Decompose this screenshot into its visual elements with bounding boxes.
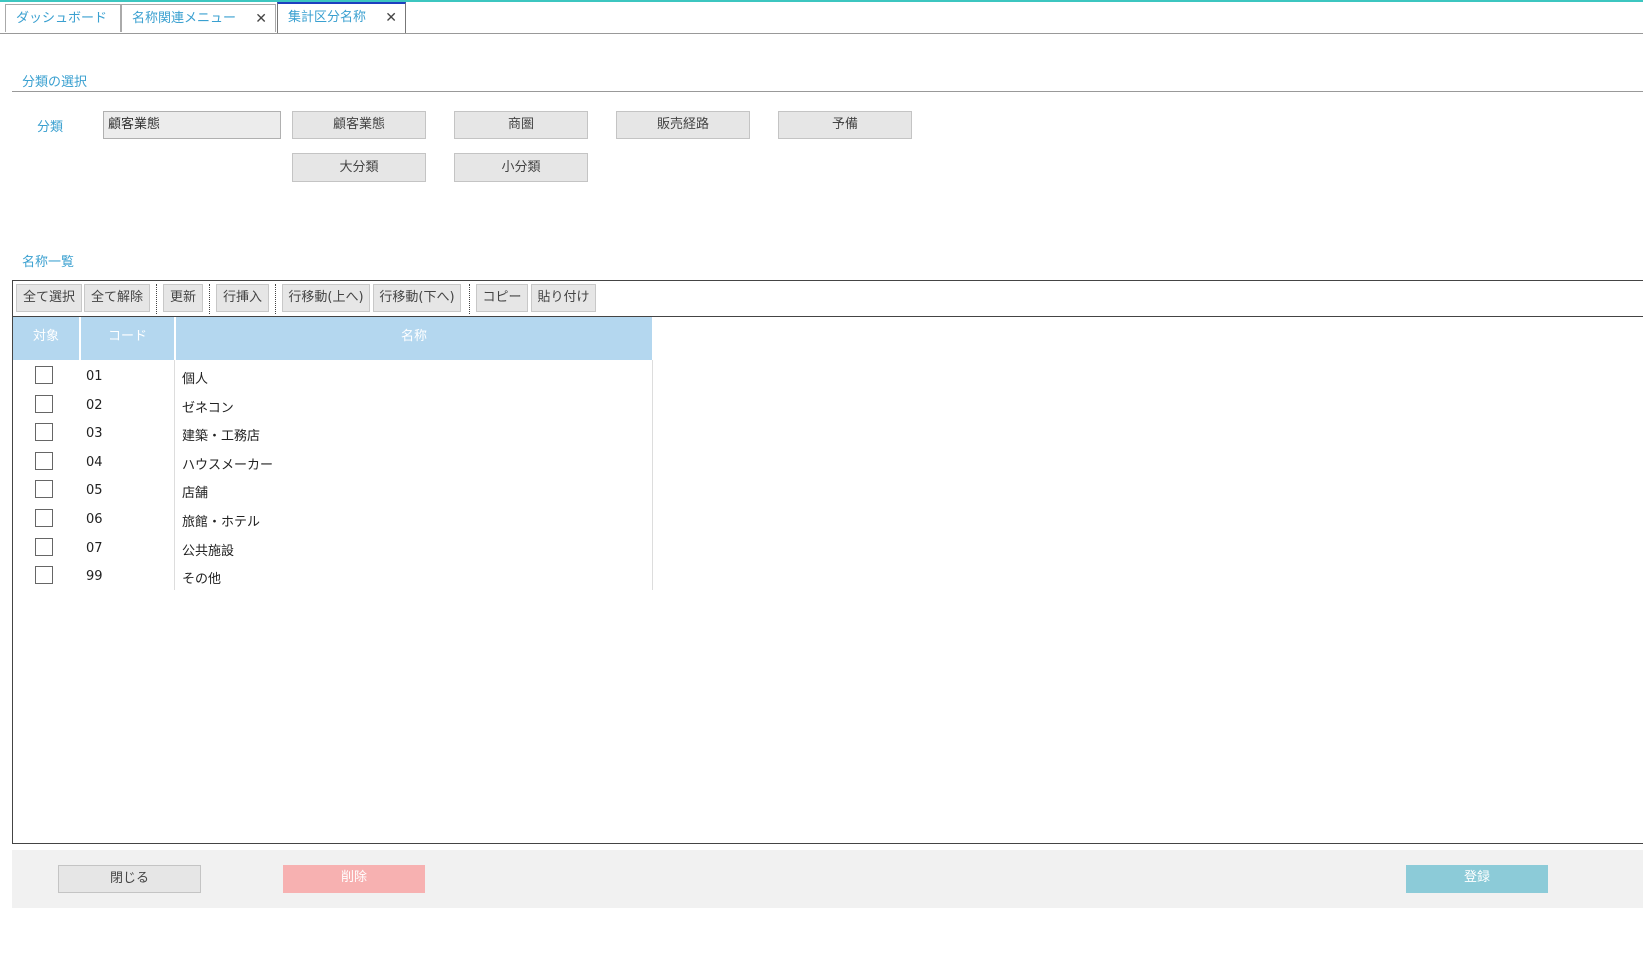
table-row[interactable]: 05 店舗 [13,476,653,505]
row-code: 05 [86,483,103,499]
tab-bar: ダッシュボード 名称関連メニュー ✕ 集計区分名称 ✕ [0,2,1643,34]
paste-button[interactable]: 貼り付け [531,284,596,312]
row-code: 04 [86,454,103,470]
table-row[interactable]: 02 ゼネコン [13,391,653,420]
toolbar-separator [469,284,470,314]
move-row-up-button[interactable]: 行移動(上へ) [282,284,370,312]
row-name: 店舗 [182,486,209,502]
row-checkbox[interactable] [35,480,53,499]
table-row[interactable]: 07 公共施設 [13,534,653,563]
delete-button[interactable]: 削除 [283,865,425,893]
row-code: 01 [86,369,103,384]
refresh-button[interactable]: 更新 [163,284,203,312]
table-row[interactable]: 06 旅館・ホテル [13,505,653,534]
row-name: ハウスメーカー [182,457,274,473]
category-button-customer-type[interactable]: 顧客業態 [292,111,426,139]
category-button-minor[interactable]: 小分類 [454,153,588,182]
row-name: 個人 [182,372,209,387]
insert-row-button[interactable]: 行挿入 [216,284,269,312]
copy-button[interactable]: コピー [476,284,528,312]
tab-aggregate-name[interactable]: 集計区分名称 ✕ [277,2,406,33]
category-button-trade-area[interactable]: 商圏 [454,111,588,139]
move-row-down-button[interactable]: 行移動(下へ) [373,284,461,312]
table-row[interactable]: 99 その他 [13,562,653,591]
table-row[interactable]: 04 ハウスメーカー [13,448,653,477]
close-button[interactable]: 閉じる [58,865,201,893]
row-checkbox[interactable] [35,537,53,556]
toolbar-separator [209,284,210,314]
column-header-code[interactable]: コード [81,317,176,360]
row-checkbox[interactable] [35,423,53,442]
toolbar-separator [275,284,276,314]
category-label: 分類 [37,120,64,135]
list-toolbar: 全て選択 全て解除 更新 行挿入 行移動(上へ) 行移動(下へ) コピー 貼り付… [13,281,1643,317]
category-button-major[interactable]: 大分類 [292,153,426,182]
tab-name-menu[interactable]: 名称関連メニュー ✕ [121,4,276,32]
row-checkbox[interactable] [35,451,53,470]
row-name: その他 [182,572,222,588]
name-list-panel: 全て選択 全て解除 更新 行挿入 行移動(上へ) 行移動(下へ) コピー 貼り付… [12,280,1643,844]
table-header: 対象 コード 名称 [13,317,652,360]
close-icon[interactable]: ✕ [255,5,267,33]
column-header-target[interactable]: 対象 [13,317,81,360]
tab-label: 名称関連メニュー [132,11,237,26]
close-icon[interactable]: ✕ [385,4,397,32]
tab-label: 集計区分名称 [288,10,367,25]
row-code: 99 [86,569,103,585]
category-button-sales-channel[interactable]: 販売経路 [616,111,750,139]
section-title-selection: 分類の選択 [22,75,88,90]
tab-label: ダッシュボード [16,11,108,26]
divider [12,91,1643,92]
row-code: 03 [86,426,103,442]
select-all-button[interactable]: 全て選択 [16,284,82,312]
toolbar-separator [156,284,157,314]
column-header-name[interactable]: 名称 [176,317,652,360]
deselect-all-button[interactable]: 全て解除 [84,284,150,312]
row-name: ゼネコン [182,400,234,416]
row-checkbox[interactable] [35,394,53,413]
row-code: 02 [86,397,103,413]
category-button-reserve[interactable]: 予備 [778,111,912,139]
tab-dashboard[interactable]: ダッシュボード [5,4,121,32]
row-checkbox[interactable] [35,509,53,527]
row-checkbox[interactable] [35,366,53,384]
footer-bar: 閉じる 削除 登録 [12,850,1643,908]
row-name: 建築・工務店 [182,429,261,445]
register-button[interactable]: 登録 [1406,865,1548,893]
row-name: 旅館・ホテル [182,515,261,530]
row-code: 07 [86,540,103,556]
row-checkbox[interactable] [35,566,53,585]
category-field[interactable]: 顧客業態 [103,111,281,139]
table-row[interactable]: 03 建築・工務店 [13,419,653,448]
row-code: 06 [86,512,103,527]
table-row[interactable]: 01 個人 [13,362,653,391]
row-name: 公共施設 [182,543,235,559]
section-title-list: 名称一覧 [22,255,75,270]
